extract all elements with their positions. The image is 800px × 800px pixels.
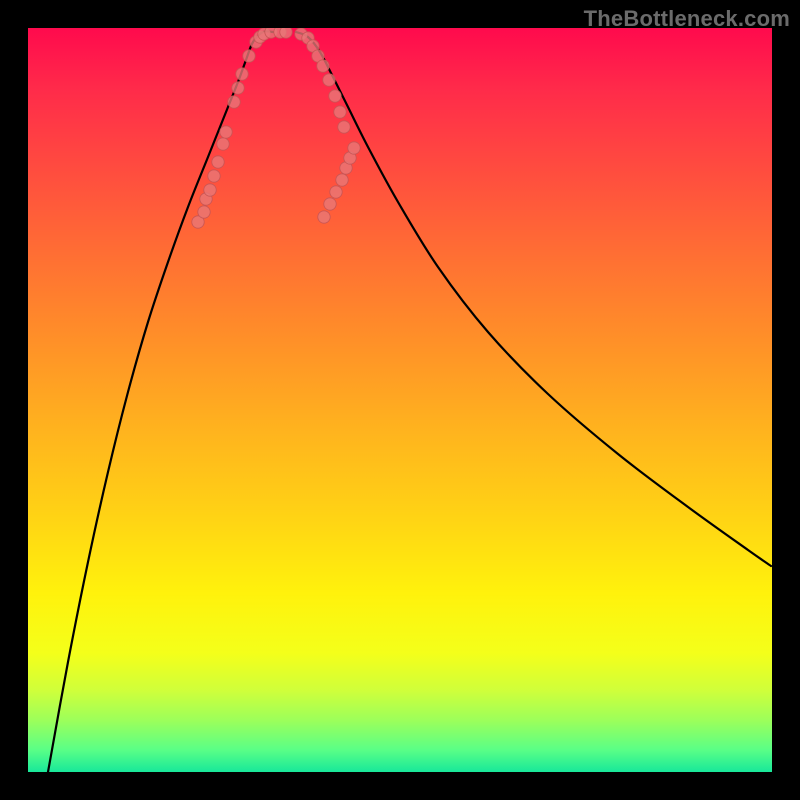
data-dot <box>323 74 335 86</box>
data-dot <box>330 186 342 198</box>
data-dot <box>198 206 210 218</box>
data-dot <box>236 68 248 80</box>
chart-frame: TheBottleneck.com <box>0 0 800 800</box>
data-dot <box>348 142 360 154</box>
data-dot <box>220 126 232 138</box>
data-dot <box>204 184 216 196</box>
data-dot <box>317 60 329 72</box>
data-dot <box>208 170 220 182</box>
right-curve <box>296 32 771 566</box>
data-points-right <box>280 28 350 133</box>
watermark-label: TheBottleneck.com <box>584 6 790 32</box>
data-points-left <box>192 28 286 228</box>
data-dot <box>228 96 240 108</box>
data-dot <box>212 156 224 168</box>
curves-svg <box>28 28 772 772</box>
data-points-right-upper <box>318 142 360 223</box>
data-dot <box>324 198 336 210</box>
data-dot <box>243 50 255 62</box>
data-dot <box>334 106 346 118</box>
plot-area <box>28 28 772 772</box>
data-dot <box>336 174 348 186</box>
data-dot <box>280 28 292 38</box>
data-dot <box>329 90 341 102</box>
data-dot <box>318 211 330 223</box>
data-dot <box>338 121 350 133</box>
left-curve <box>48 31 273 772</box>
data-dot <box>232 82 244 94</box>
data-dot <box>217 138 229 150</box>
